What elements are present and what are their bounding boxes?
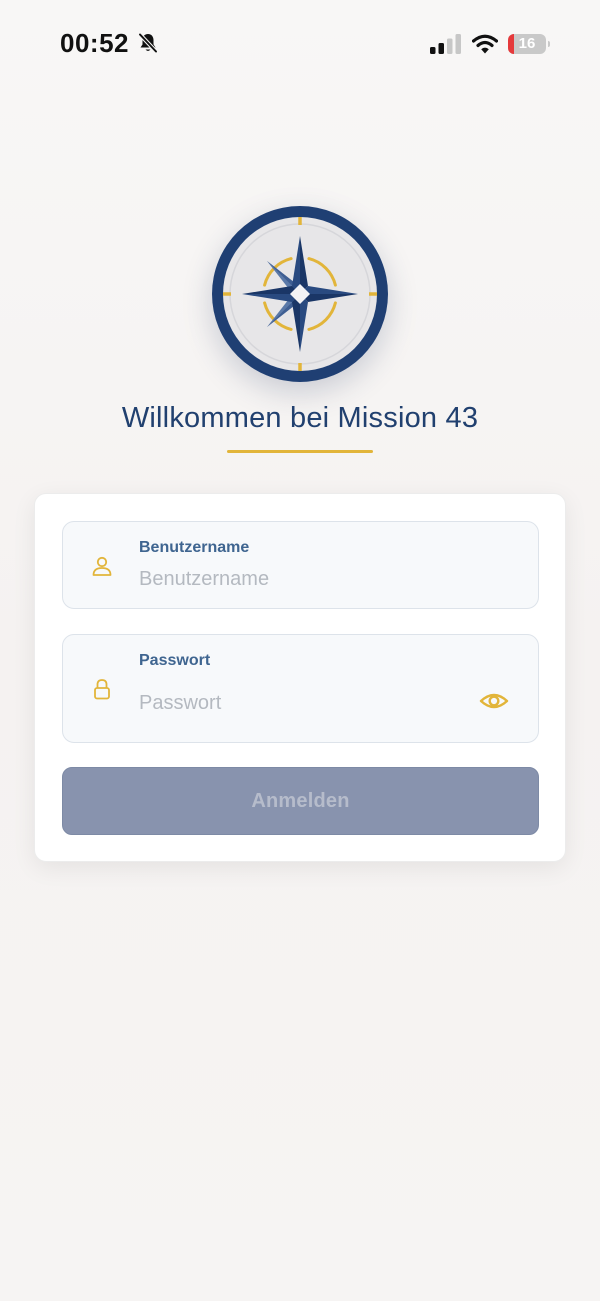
login-card: Benutzername Passwort Anmelden: [34, 493, 566, 862]
password-label: Passwort: [139, 652, 211, 669]
user-icon: [92, 556, 112, 576]
signal-icon: [430, 34, 461, 54]
password-input[interactable]: [137, 688, 471, 718]
wifi-icon: [472, 34, 498, 54]
eye-icon[interactable]: [479, 690, 509, 712]
login-button[interactable]: Anmelden: [62, 767, 539, 835]
status-time: 00:52: [60, 28, 129, 58]
lock-icon: [94, 679, 110, 700]
username-input[interactable]: [137, 564, 471, 594]
battery-level: 16: [518, 35, 536, 52]
page-title: Willkommen bei Mission 43: [121, 402, 479, 434]
password-field[interactable]: Passwort: [62, 634, 539, 743]
username-field[interactable]: Benutzername: [62, 521, 539, 609]
title-underline: [227, 450, 373, 453]
status-bar: 00:52 16: [0, 0, 600, 90]
bell-slash-icon: [138, 32, 158, 54]
username-label: Benutzername: [139, 539, 250, 556]
compass-rose-logo: [212, 206, 388, 382]
battery-icon: 16: [508, 34, 550, 54]
